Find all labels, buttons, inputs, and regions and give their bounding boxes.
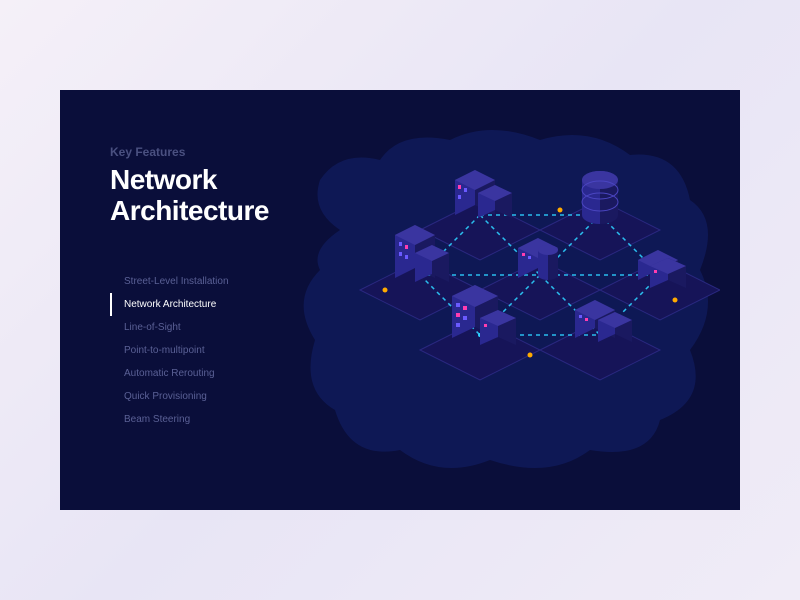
section-subtitle: Key Features bbox=[110, 145, 269, 159]
menu-item-beam-steering[interactable]: Beam Steering bbox=[110, 408, 229, 431]
menu-item-network-architecture[interactable]: Network Architecture bbox=[110, 293, 229, 316]
isometric-city-icon bbox=[280, 110, 720, 490]
menu-item-point-to-multipoint[interactable]: Point-to-multipoint bbox=[110, 339, 229, 362]
network-illustration bbox=[280, 110, 720, 490]
building-cluster-2 bbox=[582, 171, 618, 224]
headline-line-1: Network bbox=[110, 164, 217, 195]
feature-panel: Key Features Network Architecture Street… bbox=[60, 90, 740, 510]
menu-item-quick-provisioning[interactable]: Quick Provisioning bbox=[110, 385, 229, 408]
menu-item-line-of-sight[interactable]: Line-of-Sight bbox=[110, 316, 229, 339]
header-block: Key Features Network Architecture bbox=[110, 145, 269, 227]
menu-item-street-level[interactable]: Street-Level Installation bbox=[110, 270, 229, 293]
feature-menu: Street-Level Installation Network Archit… bbox=[110, 270, 229, 431]
section-headline: Network Architecture bbox=[110, 165, 269, 227]
headline-line-2: Architecture bbox=[110, 195, 269, 226]
menu-item-automatic-rerouting[interactable]: Automatic Rerouting bbox=[110, 362, 229, 385]
